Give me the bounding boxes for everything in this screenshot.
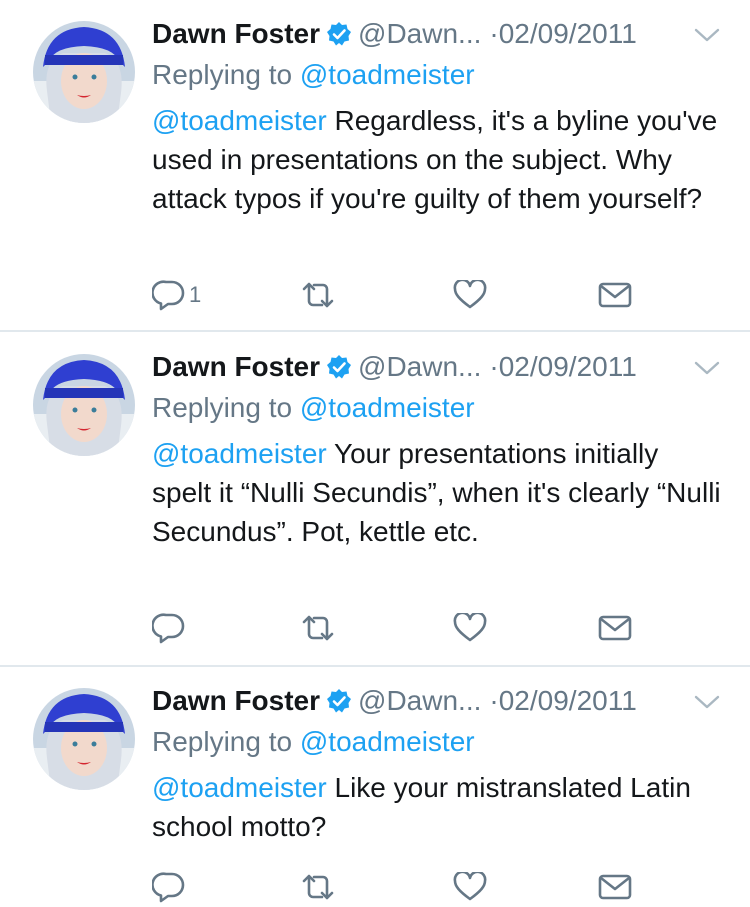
- tweet-timeline: Dawn Foster @Dawn... ·02/09/2011 Replying …: [0, 0, 750, 905]
- tweet-header: Dawn Foster @Dawn... ·02/09/2011: [152, 681, 637, 721]
- separator-dot: ·: [489, 18, 499, 49]
- replying-to: Replying to @toadmeister: [152, 722, 475, 762]
- replying-to-link[interactable]: @toadmeister: [300, 392, 475, 423]
- divider: [0, 330, 750, 332]
- heart-icon: [453, 872, 487, 902]
- retweet-icon: [300, 872, 336, 902]
- retweet-button[interactable]: [300, 275, 336, 315]
- author-name[interactable]: Dawn Foster: [152, 18, 320, 49]
- tweet-text: @toadmeister Regardless, it's a byline y…: [152, 101, 722, 218]
- retweet-icon: [300, 280, 336, 310]
- tweet-text: @toadmeister Like your mistranslated Lat…: [152, 768, 722, 846]
- like-button[interactable]: [453, 867, 487, 907]
- avatar[interactable]: [33, 354, 135, 456]
- tweet-date[interactable]: 02/09/2011: [499, 351, 637, 382]
- tweet-date[interactable]: 02/09/2011: [499, 18, 637, 49]
- mention-link[interactable]: @toadmeister: [152, 438, 327, 469]
- replying-to: Replying to @toadmeister: [152, 388, 475, 428]
- author-name[interactable]: Dawn Foster: [152, 685, 320, 716]
- like-button[interactable]: [453, 275, 487, 315]
- replying-to-link[interactable]: @toadmeister: [300, 726, 475, 757]
- envelope-icon: [598, 614, 632, 642]
- reply-button[interactable]: 1: [152, 275, 201, 315]
- retweet-icon: [300, 613, 336, 643]
- reply-count: 1: [189, 282, 202, 307]
- chevron-down-icon[interactable]: [694, 694, 720, 710]
- reply-icon: [152, 870, 186, 904]
- author-handle[interactable]: @Dawn...: [358, 351, 481, 382]
- reply-icon: [152, 278, 186, 312]
- author-handle[interactable]: @Dawn...: [358, 18, 481, 49]
- replying-to-label: Replying to: [152, 59, 293, 90]
- direct-message-button[interactable]: [598, 608, 632, 648]
- reply-button[interactable]: [152, 867, 189, 907]
- direct-message-button[interactable]: [598, 867, 632, 907]
- verified-badge-icon: [326, 351, 352, 379]
- replying-to-label: Replying to: [152, 726, 293, 757]
- author-name[interactable]: Dawn Foster: [152, 351, 320, 382]
- tweet-text: @toadmeister Your presentations initiall…: [152, 434, 722, 551]
- direct-message-button[interactable]: [598, 275, 632, 315]
- mention-link[interactable]: @toadmeister: [152, 772, 327, 803]
- author-handle[interactable]: @Dawn...: [358, 685, 481, 716]
- replying-to: Replying to @toadmeister: [152, 55, 475, 95]
- separator-dot: ·: [489, 685, 499, 716]
- replying-to-label: Replying to: [152, 392, 293, 423]
- retweet-button[interactable]: [300, 608, 336, 648]
- verified-badge-icon: [326, 18, 352, 46]
- tweet-actions: [152, 867, 642, 907]
- reply-button[interactable]: [152, 608, 189, 648]
- envelope-icon: [598, 873, 632, 901]
- tweet-actions: [152, 608, 642, 648]
- chevron-down-icon[interactable]: [694, 27, 720, 43]
- verified-badge-icon: [326, 685, 352, 713]
- avatar[interactable]: [33, 21, 135, 123]
- tweet[interactable]: Dawn Foster @Dawn... ·02/09/2011 Replying …: [0, 333, 750, 665]
- envelope-icon: [598, 281, 632, 309]
- retweet-button[interactable]: [300, 867, 336, 907]
- tweet-header: Dawn Foster @Dawn... ·02/09/2011: [152, 347, 637, 387]
- separator-dot: ·: [489, 351, 499, 382]
- like-button[interactable]: [453, 608, 487, 648]
- tweet-header: Dawn Foster @Dawn... ·02/09/2011: [152, 14, 637, 54]
- tweet-actions: 1: [152, 275, 642, 315]
- heart-icon: [453, 613, 487, 643]
- tweet[interactable]: Dawn Foster @Dawn... ·02/09/2011 Replying …: [0, 0, 750, 330]
- tweet[interactable]: Dawn Foster @Dawn... ·02/09/2011 Replying …: [0, 667, 750, 905]
- reply-icon: [152, 611, 186, 645]
- replying-to-link[interactable]: @toadmeister: [300, 59, 475, 90]
- mention-link[interactable]: @toadmeister: [152, 105, 327, 136]
- tweet-date[interactable]: 02/09/2011: [499, 685, 637, 716]
- chevron-down-icon[interactable]: [694, 360, 720, 376]
- heart-icon: [453, 280, 487, 310]
- avatar[interactable]: [33, 688, 135, 790]
